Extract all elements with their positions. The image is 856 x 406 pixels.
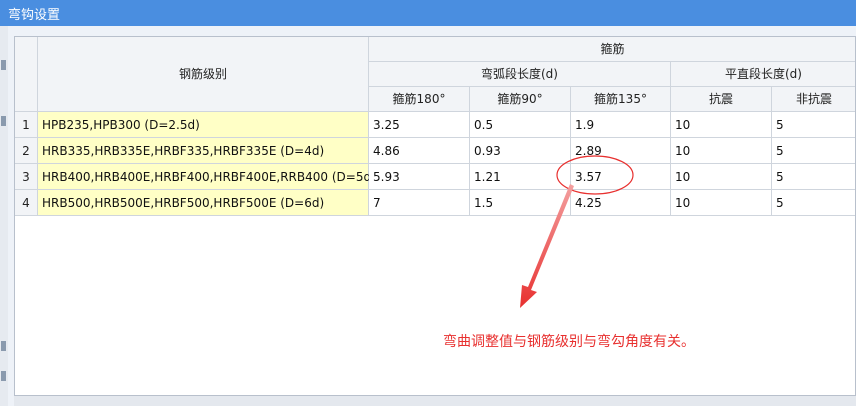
value-cell[interactable]: 10 xyxy=(671,164,772,190)
value-cell[interactable]: 4.86 xyxy=(369,138,470,164)
value-cell[interactable]: 2.89 xyxy=(571,138,671,164)
header-col-stirrup-90[interactable]: 箍筋90° xyxy=(470,87,571,112)
value-cell[interactable]: 7 xyxy=(369,190,470,216)
header-col-seismic[interactable]: 抗震 xyxy=(671,87,772,112)
left-window-edge xyxy=(0,26,8,406)
row-number[interactable]: 3 xyxy=(15,164,38,190)
edge-marker xyxy=(1,116,6,126)
header-straight-length-group: 平直段长度(d) xyxy=(671,62,855,87)
value-cell[interactable]: 0.5 xyxy=(470,112,571,138)
value-cell[interactable]: 4.25 xyxy=(571,190,671,216)
header-col-non-seismic[interactable]: 非抗震 xyxy=(772,87,855,112)
value-cell[interactable]: 0.93 xyxy=(470,138,571,164)
header-col-stirrup-135[interactable]: 箍筋135° xyxy=(571,87,671,112)
dialog-title: 弯钩设置 xyxy=(8,8,61,23)
value-cell[interactable]: 10 xyxy=(671,138,772,164)
row-number[interactable]: 1 xyxy=(15,112,38,138)
dialog-title-bar: 弯钩设置 xyxy=(0,0,856,26)
header-stirrup-group: 箍筋 xyxy=(369,37,855,62)
value-cell[interactable]: 5 xyxy=(772,112,855,138)
value-cell[interactable]: 1.5 xyxy=(470,190,571,216)
value-cell[interactable]: 3.57 xyxy=(571,164,671,190)
bottom-scroll-area xyxy=(14,396,856,406)
value-cell[interactable]: 10 xyxy=(671,112,772,138)
hook-settings-grid: 钢筋级别 箍筋 弯弧段长度(d) 平直段长度(d) 箍筋180° 箍筋90° 箍… xyxy=(14,36,856,396)
grade-cell[interactable]: HRB335,HRB335E,HRBF335,HRBF335E (D=4d) xyxy=(38,138,369,164)
header-grade[interactable]: 钢筋级别 xyxy=(38,37,369,112)
grade-cell[interactable]: HRB400,HRB400E,HRBF400,HRBF400E,RRB400 (… xyxy=(38,164,376,190)
value-cell[interactable]: 1.21 xyxy=(470,164,571,190)
value-cell[interactable]: 3.25 xyxy=(369,112,470,138)
value-cell[interactable]: 1.9 xyxy=(571,112,671,138)
edge-marker xyxy=(1,60,6,70)
grade-cell[interactable]: HPB235,HPB300 (D=2.5d) xyxy=(38,112,369,138)
header-arc-length-group: 弯弧段长度(d) xyxy=(369,62,671,87)
value-cell[interactable]: 5.93 xyxy=(369,164,470,190)
grade-cell[interactable]: HRB500,HRB500E,HRBF500,HRBF500E (D=6d) xyxy=(38,190,369,216)
row-number[interactable]: 2 xyxy=(15,138,38,164)
edge-marker xyxy=(1,341,6,351)
header-corner xyxy=(15,37,38,112)
value-cell[interactable]: 5 xyxy=(772,190,855,216)
value-cell[interactable]: 5 xyxy=(772,138,855,164)
edge-marker xyxy=(1,371,6,381)
row-number[interactable]: 4 xyxy=(15,190,38,216)
annotation-text: 弯曲调整值与钢筋级别与弯勾角度有关。 xyxy=(443,334,695,350)
value-cell[interactable]: 10 xyxy=(671,190,772,216)
header-col-stirrup-180[interactable]: 箍筋180° xyxy=(369,87,470,112)
value-cell[interactable]: 5 xyxy=(772,164,855,190)
